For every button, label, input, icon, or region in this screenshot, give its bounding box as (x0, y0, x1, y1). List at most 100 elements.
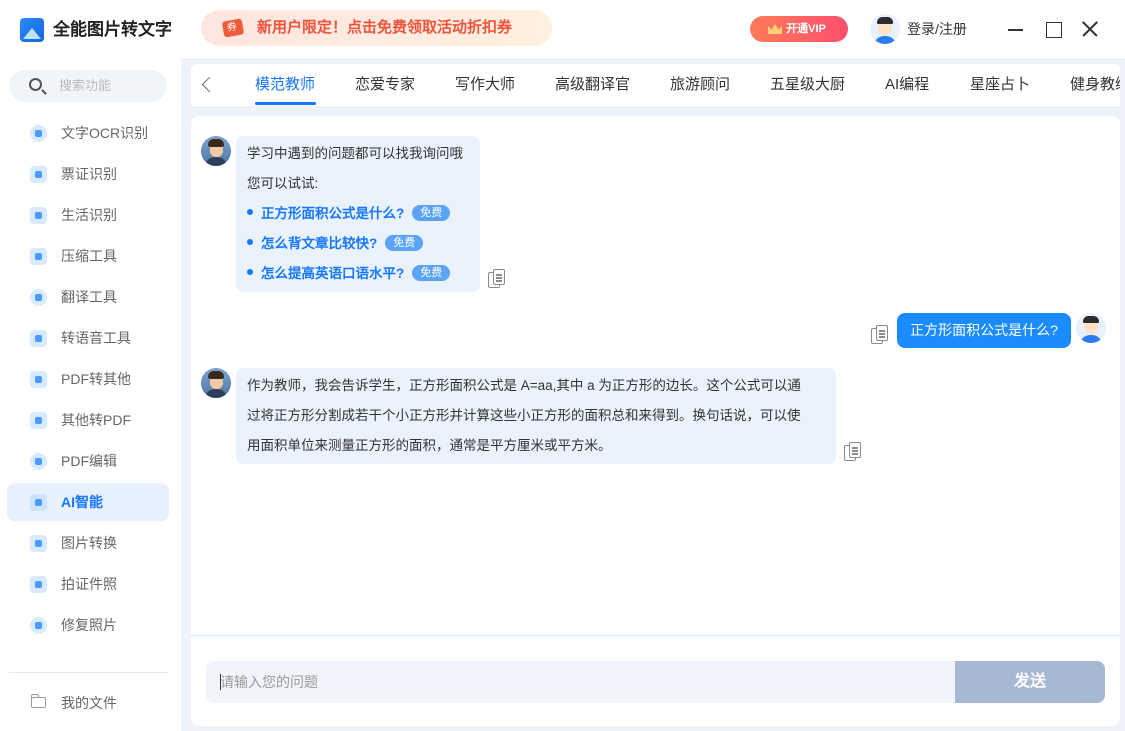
tab-fitness-coach[interactable]: 健身教练 (1070, 64, 1120, 106)
image-convert-icon (30, 535, 47, 552)
greeting-bubble: 学习中遇到的问题都可以找我询问哦 您可以试试: 正方形面积公式是什么? 免费 怎么… (236, 136, 480, 292)
sidebar-item-label: 图片转换 (61, 535, 117, 551)
sidebar-item-label: 生活识别 (61, 207, 117, 223)
bot-avatar (201, 136, 231, 166)
suggestion-text[interactable]: 正方形面积公式是什么? (261, 206, 404, 221)
active-tab-indicator (255, 102, 316, 105)
sidebar-item-label: PDF编辑 (61, 453, 117, 469)
folder-icon (30, 694, 46, 708)
vip-button[interactable]: 开通VIP (750, 16, 848, 42)
sidebar-item-label: 翻译工具 (61, 289, 117, 305)
life-icon (30, 207, 47, 224)
sidebar-item-pdf-convert[interactable]: PDF转其他 (7, 360, 169, 398)
chat-panel: 学习中遇到的问题都可以找我询问哦 您可以试试: 正方形面积公式是什么? 免费 怎么… (191, 116, 1120, 634)
assistant-tabs: 模范教师 恋爱专家 写作大师 高级翻译官 旅游顾问 五星级大厨 AI编程 星座占… (191, 64, 1120, 106)
copy-icon[interactable] (844, 442, 862, 462)
sidebar-item-label: 拍证件照 (61, 576, 117, 592)
user-message-avatar (1076, 313, 1106, 343)
suggestion-item[interactable]: 怎么提高英语口语水平? 免费 (247, 264, 451, 284)
vip-label: 开通VIP (786, 23, 826, 35)
minimize-button[interactable] (1003, 16, 1029, 42)
ai-icon (30, 494, 47, 511)
coupon-icon (221, 18, 245, 38)
greeting-hint: 您可以试试: (247, 176, 319, 191)
sidebar-item-image-convert[interactable]: 图片转换 (7, 524, 169, 562)
suggestion-text[interactable]: 怎么提高英语口语水平? (261, 266, 404, 281)
send-button[interactable]: 发送 (955, 661, 1105, 703)
sidebar: 搜索功能 文字OCR识别 票证识别 生活识别 压缩工具 翻译工具 转语音工具 P… (0, 58, 181, 731)
greeting-line: 学习中遇到的问题都可以找我询问哦 (247, 146, 463, 161)
user-message-bubble: 正方形面积公式是什么? (897, 313, 1071, 348)
pdf-convert-icon (30, 371, 47, 388)
sidebar-item-id-photo[interactable]: 拍证件照 (7, 565, 169, 603)
translate-icon (30, 289, 47, 306)
tab-teacher[interactable]: 模范教师 (255, 64, 315, 106)
sidebar-item-translate[interactable]: 翻译工具 (7, 278, 169, 316)
composer: 发送 (191, 637, 1120, 726)
bullet-icon (247, 209, 253, 216)
sidebar-divider (9, 672, 168, 673)
sidebar-item-label: 转语音工具 (61, 330, 131, 346)
sidebar-item-label: 修复照片 (61, 617, 117, 633)
tab-chef[interactable]: 五星级大厨 (770, 64, 845, 106)
title-bar: 全能图片转文字 新用户限定！点击免费领取活动折扣券 开通VIP 登录/注册 (0, 0, 1125, 58)
app-title: 全能图片转文字 (53, 20, 172, 39)
sidebar-item-label: 文字OCR识别 (61, 125, 149, 141)
sidebar-item-label: 其他转PDF (61, 412, 131, 428)
bullet-icon (247, 269, 253, 276)
answer-line: 过将正方形分割成若干个小正方形并计算这些小正方形的面积总和来得到。换句话说，可以… (247, 408, 801, 423)
login-link[interactable]: 登录/注册 (907, 18, 967, 40)
sidebar-item-label: 票证识别 (61, 166, 117, 182)
chevron-left-icon[interactable] (197, 75, 217, 95)
bullet-icon (247, 239, 253, 246)
app-logo-icon (20, 18, 44, 42)
search-input[interactable]: 搜索功能 (9, 70, 167, 102)
maximize-button[interactable] (1040, 16, 1066, 42)
free-badge: 免费 (412, 205, 451, 222)
tab-travel-advisor[interactable]: 旅游顾问 (670, 64, 730, 106)
tab-ai-coding[interactable]: AI编程 (885, 64, 929, 106)
compress-icon (30, 248, 47, 265)
my-files-link[interactable]: 我的文件 (61, 691, 117, 715)
sidebar-item-label: 压缩工具 (61, 248, 117, 264)
answer-line: 作为教师，我会告诉学生，正方形面积公式是 A=aa,其中 a 为正方形的边长。这… (247, 378, 801, 393)
answer-line: 用面积单位来测量正方形的面积，通常是平方厘米或平方米。 (247, 438, 612, 453)
tab-love-expert[interactable]: 恋爱专家 (355, 64, 415, 106)
sidebar-item-ai[interactable]: AI智能 (7, 483, 169, 521)
promo-text: 新用户限定！点击免费领取活动折扣券 (257, 19, 513, 36)
search-icon (29, 78, 42, 91)
promo-banner[interactable]: 新用户限定！点击免费领取活动折扣券 (201, 10, 552, 46)
id-photo-icon (30, 576, 47, 593)
to-pdf-icon (30, 412, 47, 429)
avatar[interactable] (870, 14, 900, 44)
sidebar-item-to-pdf[interactable]: 其他转PDF (7, 401, 169, 439)
sidebar-item-compress[interactable]: 压缩工具 (7, 237, 169, 275)
pdf-edit-icon (30, 453, 47, 470)
free-badge: 免费 (412, 265, 451, 282)
sidebar-item-ticket[interactable]: 票证识别 (7, 155, 169, 193)
ocr-icon (30, 125, 47, 142)
text-caret (220, 674, 221, 690)
copy-icon[interactable] (871, 325, 889, 345)
free-badge: 免费 (385, 235, 424, 252)
answer-bubble: 作为教师，我会告诉学生，正方形面积公式是 A=aa,其中 a 为正方形的边长。这… (236, 368, 836, 464)
suggestion-item[interactable]: 怎么背文章比较快? 免费 (247, 234, 424, 254)
sidebar-item-repair-photo[interactable]: 修复照片 (7, 606, 169, 644)
tab-translator[interactable]: 高级翻译官 (555, 64, 630, 106)
tab-writing-master[interactable]: 写作大师 (455, 64, 515, 106)
sidebar-item-voice[interactable]: 转语音工具 (7, 319, 169, 357)
sidebar-item-pdf-edit[interactable]: PDF编辑 (7, 442, 169, 480)
bot-avatar (201, 368, 231, 398)
sidebar-item-life[interactable]: 生活识别 (7, 196, 169, 234)
suggestion-text[interactable]: 怎么背文章比较快? (261, 236, 377, 251)
voice-icon (30, 330, 47, 347)
suggestion-item[interactable]: 正方形面积公式是什么? 免费 (247, 204, 451, 224)
crown-icon (768, 24, 782, 34)
search-placeholder: 搜索功能 (59, 78, 112, 93)
tab-horoscope[interactable]: 星座占卜 (970, 64, 1030, 106)
sidebar-item-label: PDF转其他 (61, 371, 131, 387)
question-input[interactable] (206, 661, 956, 703)
sidebar-item-ocr[interactable]: 文字OCR识别 (7, 114, 169, 152)
copy-icon[interactable] (488, 269, 506, 289)
close-button[interactable] (1077, 16, 1103, 42)
